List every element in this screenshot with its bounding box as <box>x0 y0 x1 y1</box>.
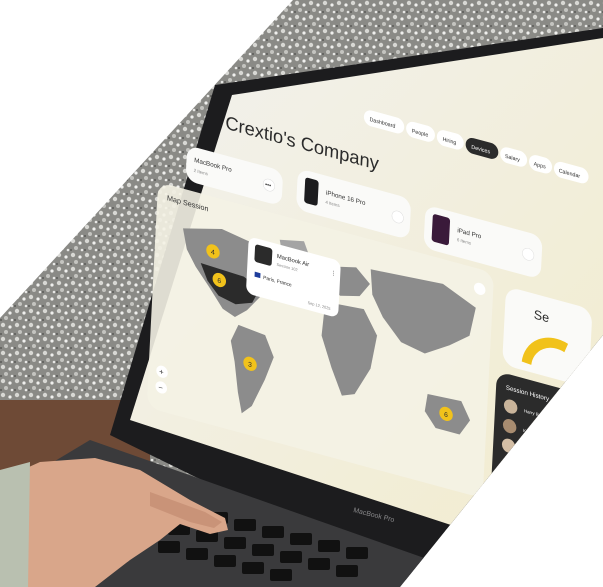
ipad-thumbnail-icon <box>431 214 451 246</box>
marker-count: 3 <box>248 361 252 369</box>
marker-count: 4 <box>211 249 215 257</box>
session-name: Ella Wi <box>520 487 534 496</box>
marker-count: 6 <box>444 411 448 419</box>
session-history-panel: Session History Harry Ba Kory Tuler Jona… <box>490 374 588 540</box>
session-name: Billie Wi <box>521 467 537 476</box>
sleeve <box>0 462 30 587</box>
session-row[interactable]: Billie Wi <box>500 457 537 480</box>
zoom-out-label: − <box>158 383 163 393</box>
marker-count: 6 <box>217 277 221 285</box>
session-name: Kory Tuler <box>523 428 543 438</box>
session-row[interactable]: Ella Wi <box>499 476 534 499</box>
zoom-in-label: + <box>159 367 164 377</box>
iphone-thumbnail-icon <box>304 177 319 206</box>
photo-scene: MacBook Pro Crextio's Company Dashboard … <box>0 0 603 587</box>
session-row[interactable]: Jonathan Ke <box>501 437 548 463</box>
avatar <box>499 477 514 493</box>
session-name: Jonathan Ke <box>522 447 547 459</box>
